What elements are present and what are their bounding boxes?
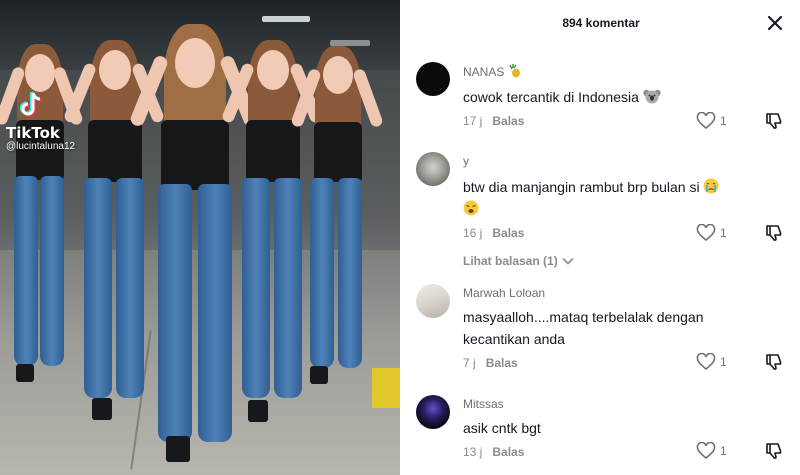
weary-face-icon	[463, 200, 479, 216]
comment-item: Marwah Loloan masyaalloh....mataq terbel…	[416, 284, 796, 379]
reply-button[interactable]: Balas	[492, 226, 524, 240]
dislike-icon[interactable]	[765, 353, 783, 371]
comment-text: asik cntk bgt	[463, 420, 541, 436]
like-button[interactable]: 1	[696, 224, 727, 242]
close-icon[interactable]	[766, 14, 784, 32]
koala-icon	[643, 89, 661, 104]
tiktok-wordmark: TikTok	[6, 124, 60, 142]
like-count: 1	[720, 444, 727, 458]
dancer-figure	[290, 42, 384, 402]
avatar[interactable]	[416, 152, 450, 186]
like-count: 1	[720, 355, 727, 369]
comments-panel: 894 komentar NANAS cowok tercantik di In…	[402, 0, 800, 475]
comment-time: 13 j	[463, 445, 483, 459]
crying-face-icon	[703, 178, 719, 194]
comment-text: cowok tercantik di Indonesia	[463, 86, 743, 108]
avatar[interactable]	[416, 284, 450, 318]
tiktok-logo-icon	[19, 91, 42, 117]
dislike-icon[interactable]	[765, 442, 783, 460]
comment-meta: 13 j Balas	[463, 445, 524, 459]
like-count: 1	[720, 226, 727, 240]
reply-button[interactable]: Balas	[492, 114, 524, 128]
video-player[interactable]: TikTok @lucintaluna12	[0, 0, 400, 475]
like-button[interactable]: 1	[696, 442, 727, 460]
comment-text: masyaalloh....mataq terbelalak dengan ke…	[463, 309, 704, 347]
comment-meta: 16 j Balas	[463, 226, 524, 240]
like-button[interactable]: 1	[696, 353, 727, 371]
comment-item: Mitssas asik cntk bgt 13 j Balas 1	[416, 395, 796, 470]
comment-time: 17 j	[463, 114, 483, 128]
comment-item: NANAS cowok tercantik di Indonesia 17 j B…	[416, 62, 796, 132]
comment-time: 16 j	[463, 226, 483, 240]
comment-username[interactable]: y	[463, 154, 469, 168]
heart-icon	[696, 442, 716, 460]
reply-button[interactable]: Balas	[486, 356, 518, 370]
dislike-icon[interactable]	[765, 224, 783, 242]
ceiling-light	[262, 16, 310, 22]
dislike-icon[interactable]	[765, 112, 783, 130]
view-replies-button[interactable]: Lihat balasan (1)	[463, 254, 574, 268]
comment-meta: 7 j Balas	[463, 356, 518, 370]
comment-item: y btw dia manjangin rambut brp bulan si …	[416, 152, 796, 277]
comment-meta: 17 j Balas	[463, 114, 524, 128]
avatar[interactable]	[416, 62, 450, 96]
heart-icon	[696, 353, 716, 371]
heart-icon	[696, 112, 716, 130]
video-author-handle: @lucintaluna12	[6, 141, 76, 152]
chevron-down-icon	[562, 257, 574, 265]
comment-text: btw dia manjangin rambut brp bulan si	[463, 176, 743, 220]
comment-count-title: 894 komentar	[562, 16, 640, 30]
pineapple-icon	[509, 64, 520, 78]
comment-username[interactable]: Mitssas	[463, 397, 504, 411]
comment-username[interactable]: Marwah Loloan	[463, 286, 545, 300]
heart-icon	[696, 224, 716, 242]
like-button[interactable]: 1	[696, 112, 727, 130]
avatar[interactable]	[416, 395, 450, 429]
like-count: 1	[720, 114, 727, 128]
comment-time: 7 j	[463, 356, 476, 370]
comment-username[interactable]: NANAS	[463, 64, 522, 79]
reply-button[interactable]: Balas	[492, 445, 524, 459]
